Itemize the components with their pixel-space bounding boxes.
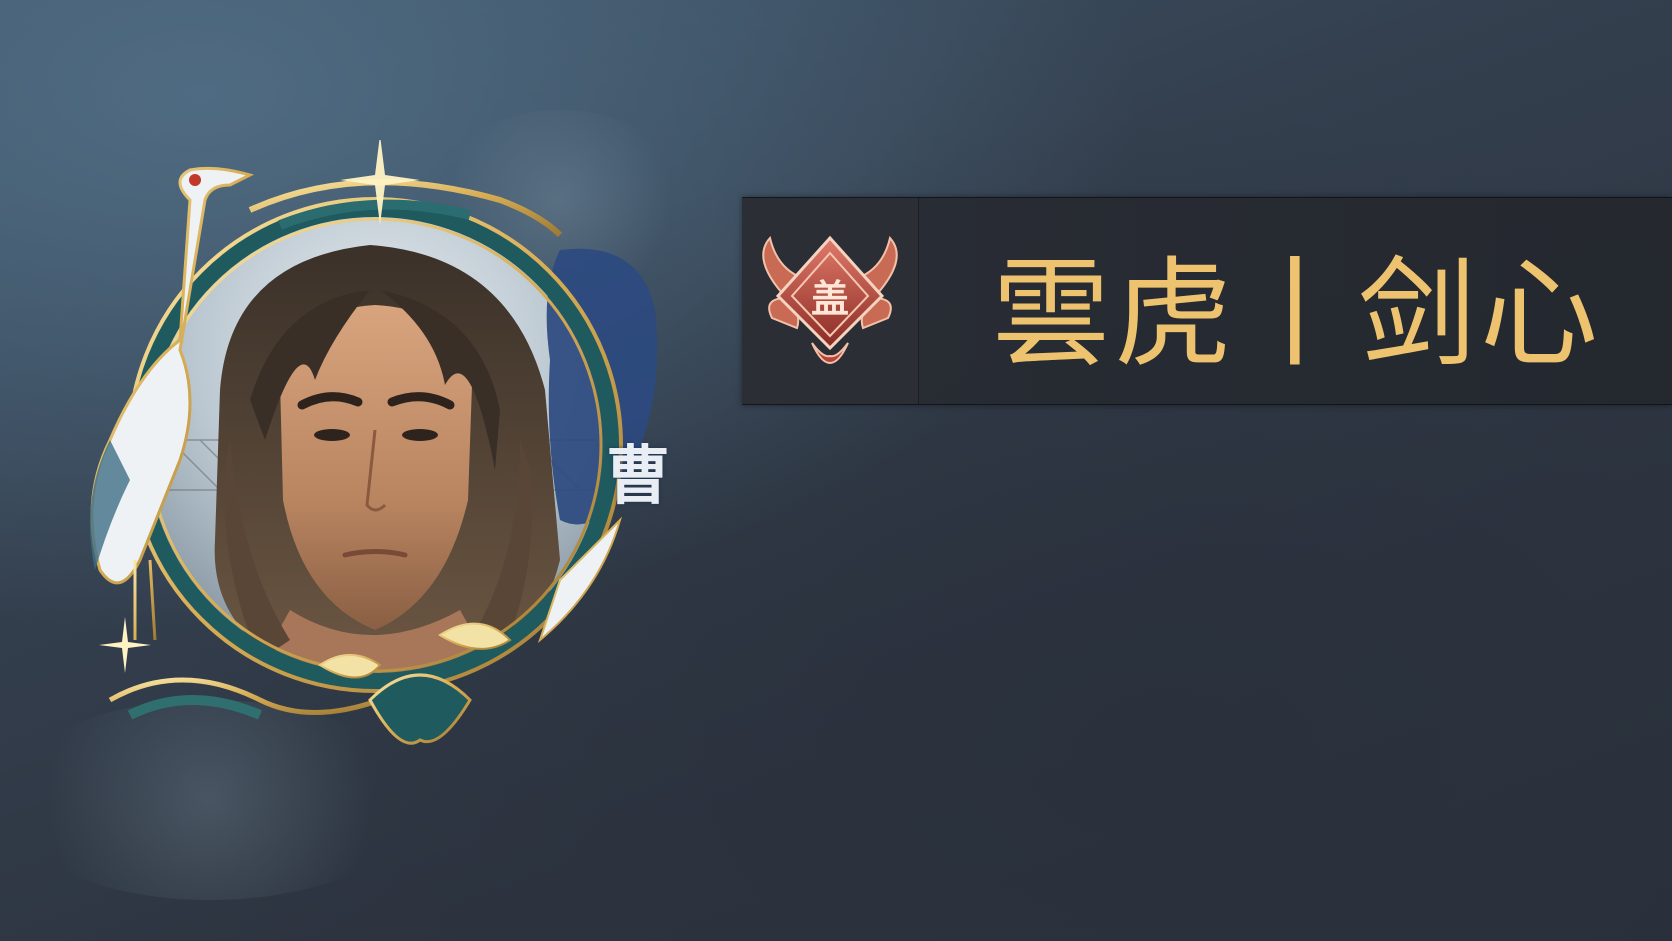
rank-emblem-char: 盖 xyxy=(810,276,849,321)
character-portrait xyxy=(90,140,658,745)
surname-badge: 曹 xyxy=(578,376,698,566)
character-portrait-frame[interactable]: 曹 xyxy=(40,140,670,780)
surname-text: 曹 xyxy=(606,439,670,514)
character-name: 雲虎丨剑心 xyxy=(992,244,1603,383)
rank-emblem: 盖 xyxy=(742,198,919,404)
name-plate: 盖 雲虎丨剑心 xyxy=(742,197,1672,405)
